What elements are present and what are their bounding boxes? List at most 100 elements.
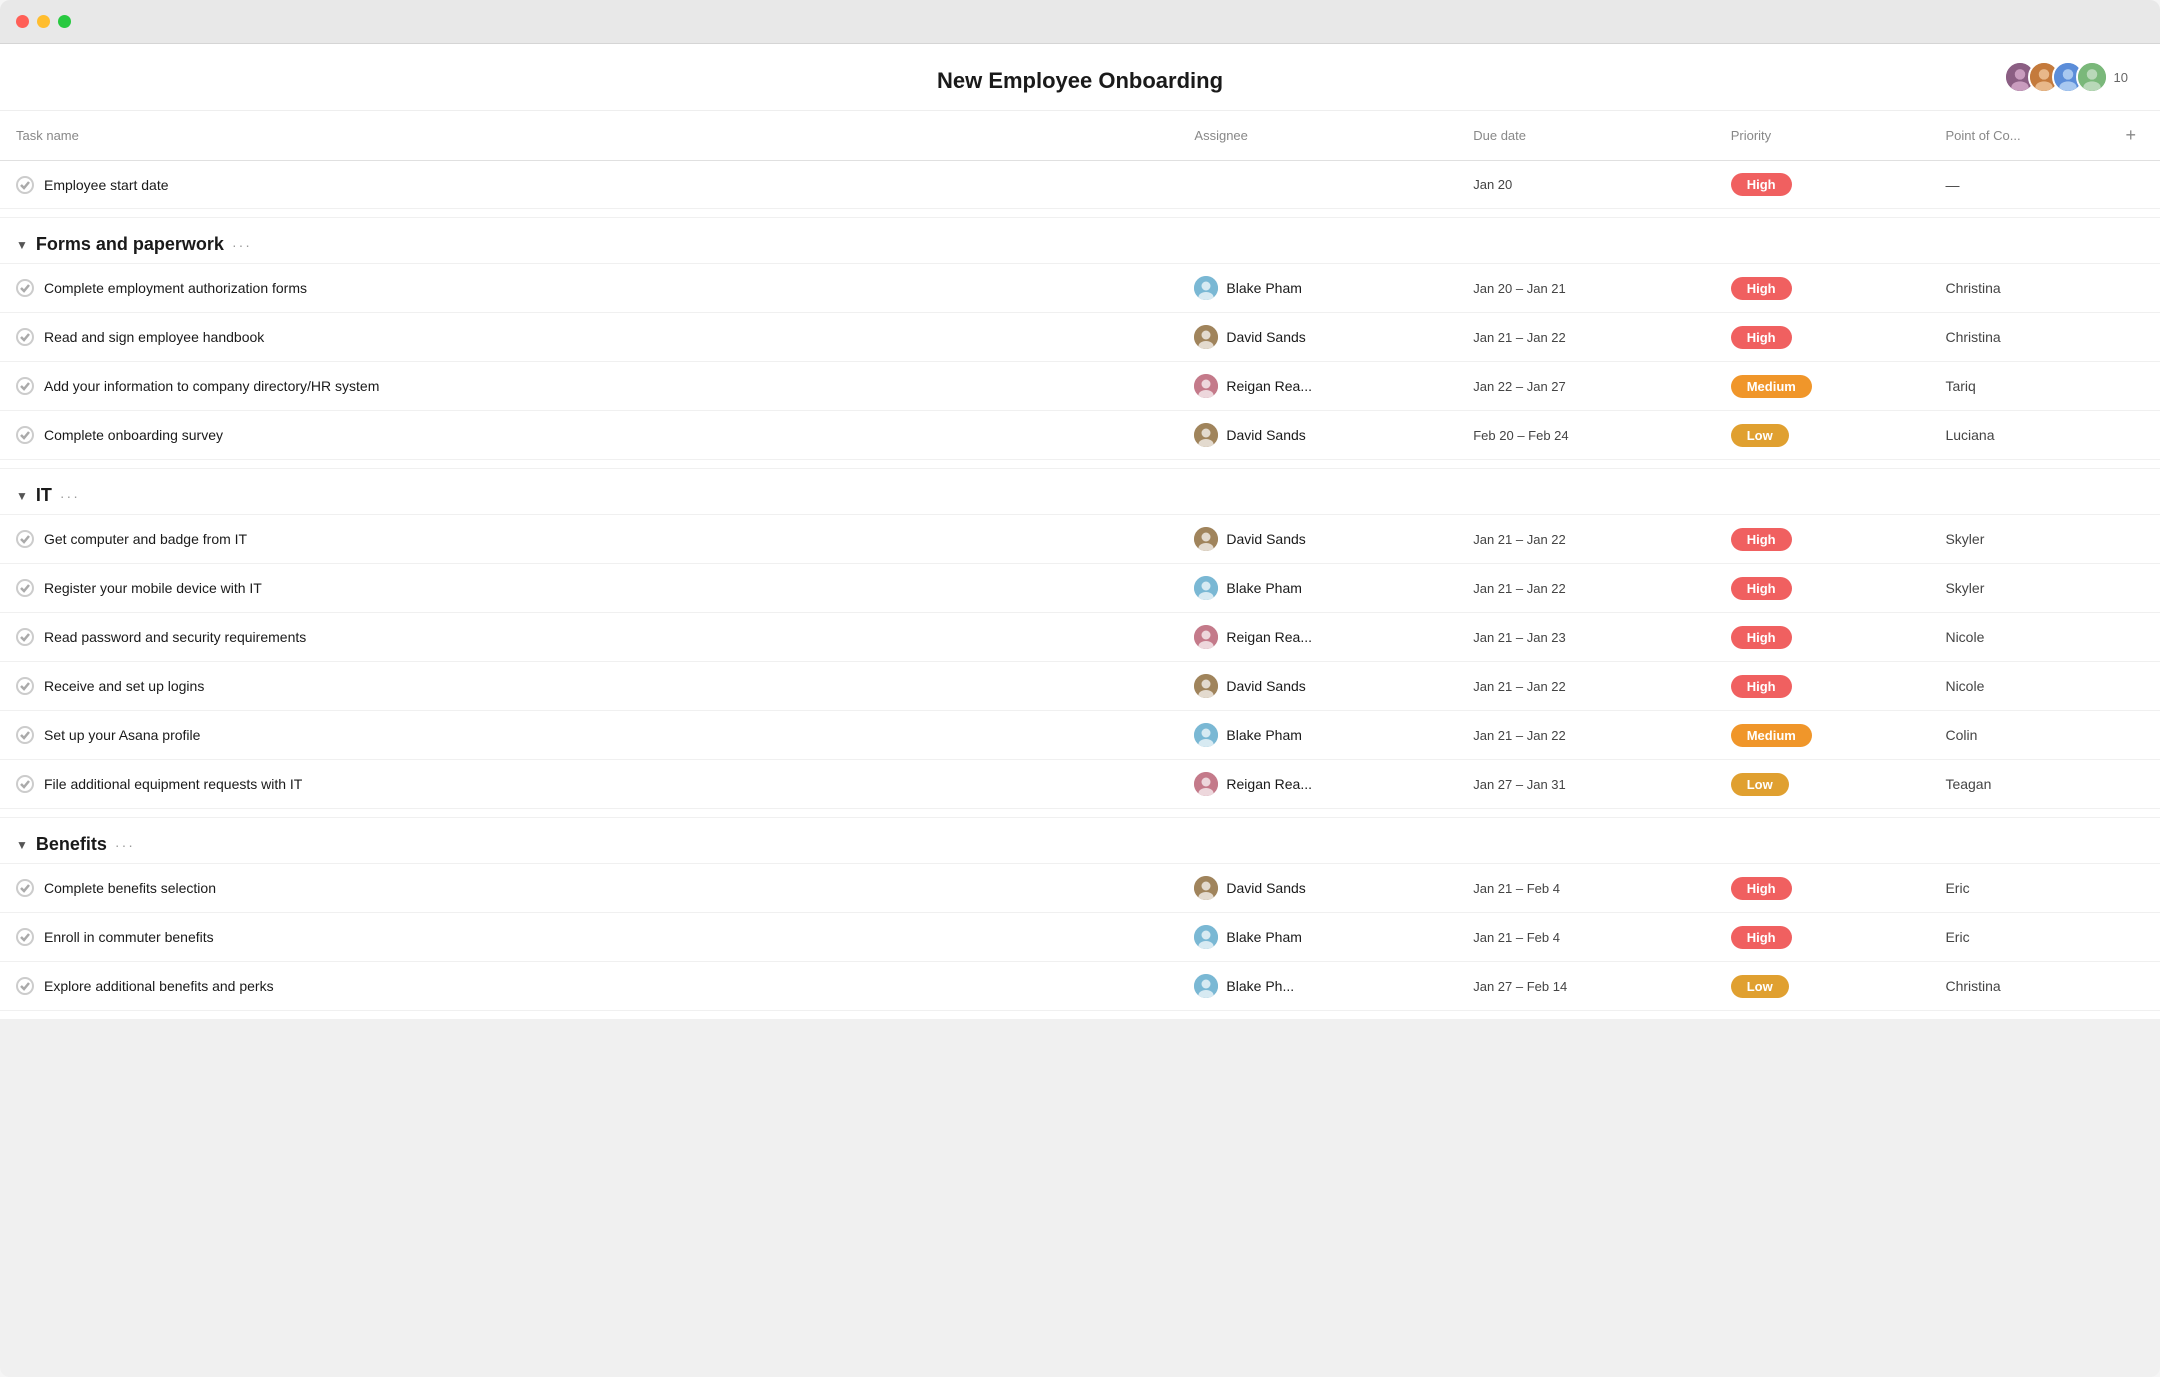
- assignee-avatar: [1194, 772, 1218, 796]
- poc-cell: Christina: [1929, 264, 2101, 313]
- minimize-button[interactable]: [37, 15, 50, 28]
- due-date-cell: Jan 21 – Jan 22: [1457, 662, 1714, 711]
- due-date-cell: Jan 27 – Feb 14: [1457, 962, 1714, 1011]
- task-check-icon[interactable]: [16, 279, 34, 297]
- assignee-name: David Sands: [1226, 329, 1305, 345]
- assignee-cell: David Sands: [1194, 527, 1441, 551]
- poc-cell: Teagan: [1929, 760, 2101, 809]
- assignee-avatar: [1194, 625, 1218, 649]
- assignee-cell: Blake Pham: [1194, 276, 1441, 300]
- section-title: IT: [36, 485, 52, 506]
- table-row: Employee start dateJan 20High—: [0, 161, 2160, 209]
- page-title: New Employee Onboarding: [937, 68, 1223, 94]
- task-check-icon[interactable]: [16, 176, 34, 194]
- poc-cell: Eric: [1929, 913, 2101, 962]
- priority-badge: High: [1731, 626, 1792, 649]
- section-row-forms: ▼ Forms and paperwork ···: [0, 218, 2160, 264]
- task-check-icon[interactable]: [16, 628, 34, 646]
- table-row: Explore additional benefits and perks Bl…: [0, 962, 2160, 1011]
- priority-cell: High: [1715, 313, 1930, 362]
- close-button[interactable]: [16, 15, 29, 28]
- main-content: New Employee Onboarding: [0, 44, 2160, 1020]
- priority-badge: Low: [1731, 424, 1789, 447]
- task-check-icon[interactable]: [16, 879, 34, 897]
- table-row: Set up your Asana profile Blake PhamJan …: [0, 711, 2160, 760]
- task-name-cell: Complete benefits selection: [0, 864, 1178, 913]
- assignee-cell-container: David Sands: [1178, 515, 1457, 564]
- priority-badge: High: [1731, 326, 1792, 349]
- assignee-name: Blake Pham: [1226, 727, 1301, 743]
- task-name-label: Set up your Asana profile: [44, 727, 200, 743]
- assignee-name: Blake Pham: [1226, 580, 1301, 596]
- due-date-cell: Jan 21 – Jan 22: [1457, 313, 1714, 362]
- task-name-cell: Read password and security requirements: [0, 613, 1178, 662]
- due-date-cell: Jan 21 – Jan 22: [1457, 515, 1714, 564]
- section-menu-icon[interactable]: ···: [115, 837, 135, 853]
- task-check-icon[interactable]: [16, 677, 34, 695]
- table-row: Complete onboarding survey David SandsFe…: [0, 411, 2160, 460]
- header-avatars: 10: [2004, 61, 2128, 93]
- assignee-avatar: [1194, 374, 1218, 398]
- section-menu-icon[interactable]: ···: [60, 488, 80, 504]
- assignee-name: David Sands: [1226, 678, 1305, 694]
- table-row: Read and sign employee handbook David Sa…: [0, 313, 2160, 362]
- task-check-icon[interactable]: [16, 928, 34, 946]
- assignee-name: Blake Ph...: [1226, 978, 1294, 994]
- task-check-icon[interactable]: [16, 977, 34, 995]
- section-menu-icon[interactable]: ···: [232, 237, 252, 253]
- task-name-label: Read and sign employee handbook: [44, 329, 264, 345]
- section-title: Benefits: [36, 834, 107, 855]
- poc-cell: Christina: [1929, 962, 2101, 1011]
- poc-cell: Skyler: [1929, 564, 2101, 613]
- task-check-icon[interactable]: [16, 579, 34, 597]
- task-name-cell: Complete onboarding survey: [0, 411, 1178, 460]
- app-window: New Employee Onboarding: [0, 0, 2160, 1377]
- avatar-count: 10: [2114, 70, 2128, 85]
- priority-badge: Low: [1731, 773, 1789, 796]
- assignee-cell: David Sands: [1194, 674, 1441, 698]
- section-collapse-icon[interactable]: ▼: [16, 238, 28, 252]
- task-check-icon[interactable]: [16, 426, 34, 444]
- task-name-cell: Employee start date: [0, 161, 1178, 209]
- assignee-name: David Sands: [1226, 531, 1305, 547]
- assignee-cell-container: [1178, 161, 1457, 209]
- section-collapse-icon[interactable]: ▼: [16, 489, 28, 503]
- section-collapse-icon[interactable]: ▼: [16, 838, 28, 852]
- priority-cell: High: [1715, 662, 1930, 711]
- priority-cell: Medium: [1715, 362, 1930, 411]
- section-cell: ▼ IT ···: [0, 469, 2160, 515]
- task-name-cell: Read and sign employee handbook: [0, 313, 1178, 362]
- assignee-cell-container: David Sands: [1178, 313, 1457, 362]
- task-check-icon[interactable]: [16, 530, 34, 548]
- section-row-benefits: ▼ Benefits ···: [0, 818, 2160, 864]
- assignee-cell-container: Reigan Rea...: [1178, 362, 1457, 411]
- task-check-icon[interactable]: [16, 726, 34, 744]
- task-name-cell: Explore additional benefits and perks: [0, 962, 1178, 1011]
- add-column-button[interactable]: +: [2117, 121, 2144, 150]
- avatar-4[interactable]: [2076, 61, 2108, 93]
- col-add: +: [2101, 111, 2160, 161]
- priority-cell: Low: [1715, 760, 1930, 809]
- titlebar: [0, 0, 2160, 44]
- table-row: Receive and set up logins David SandsJan…: [0, 662, 2160, 711]
- priority-badge: Medium: [1731, 375, 1812, 398]
- task-name-cell: Enroll in commuter benefits: [0, 913, 1178, 962]
- section-row-it: ▼ IT ···: [0, 469, 2160, 515]
- task-check-icon[interactable]: [16, 377, 34, 395]
- col-assignee: Assignee: [1178, 111, 1457, 161]
- assignee-avatar: [1194, 876, 1218, 900]
- task-name-cell: Get computer and badge from IT: [0, 515, 1178, 564]
- priority-badge: Low: [1731, 975, 1789, 998]
- task-name-label: File additional equipment requests with …: [44, 776, 302, 792]
- task-table: Task name Assignee Due date Priority Poi…: [0, 111, 2160, 1020]
- assignee-cell-container: Blake Pham: [1178, 564, 1457, 613]
- assignee-cell: David Sands: [1194, 325, 1441, 349]
- task-name-cell: Add your information to company director…: [0, 362, 1178, 411]
- assignee-avatar: [1194, 527, 1218, 551]
- task-check-icon[interactable]: [16, 775, 34, 793]
- task-check-icon[interactable]: [16, 328, 34, 346]
- assignee-avatar: [1194, 925, 1218, 949]
- task-table-container: Task name Assignee Due date Priority Poi…: [0, 111, 2160, 1020]
- maximize-button[interactable]: [58, 15, 71, 28]
- due-date-cell: Jan 21 – Feb 4: [1457, 913, 1714, 962]
